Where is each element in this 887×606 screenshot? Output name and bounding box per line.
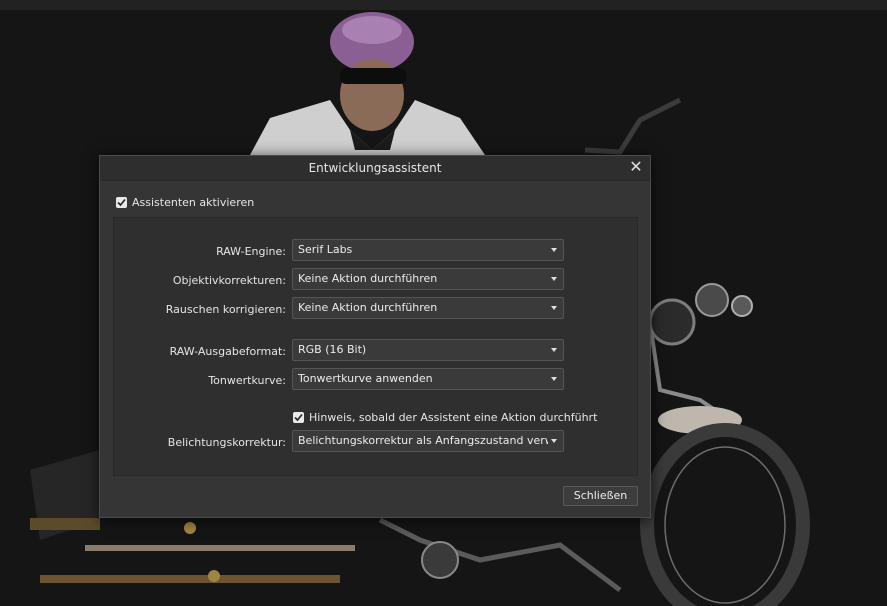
dialog-title: Entwicklungsassistent	[308, 161, 442, 175]
chevron-down-icon	[551, 277, 557, 281]
exposure-correction-label: Belichtungskorrektur:	[167, 436, 286, 449]
chevron-down-icon	[551, 439, 557, 443]
chevron-down-icon	[551, 306, 557, 310]
noise-reduction-select[interactable]: Keine Aktion durchführen	[292, 297, 564, 319]
raw-output-format-label: RAW-Ausgabeformat:	[169, 345, 286, 358]
chevron-down-icon	[551, 377, 557, 381]
raw-engine-value: Serif Labs	[298, 243, 353, 256]
tone-curve-value: Tonwertkurve anwenden	[298, 372, 433, 385]
close-icon[interactable]: ✕	[627, 158, 645, 176]
enable-assistant-checkbox[interactable]: Assistenten aktivieren	[116, 196, 254, 209]
exposure-correction-select[interactable]: Belichtungskorrektur als Anfangszustand …	[292, 430, 564, 452]
raw-engine-select[interactable]: Serif Labs	[292, 239, 564, 261]
enable-assistant-label: Assistenten aktivieren	[132, 196, 255, 209]
noise-reduction-label: Rauschen korrigieren:	[165, 303, 286, 316]
chevron-down-icon	[551, 248, 557, 252]
raw-output-format-value: RGB (16 Bit)	[298, 343, 367, 356]
checkmark-icon[interactable]	[116, 197, 127, 208]
raw-output-format-select[interactable]: RGB (16 Bit)	[292, 339, 564, 361]
lens-corrections-select[interactable]: Keine Aktion durchführen	[292, 268, 564, 290]
dialog-titlebar: Entwicklungsassistent ✕	[100, 156, 650, 181]
raw-engine-label: RAW-Engine:	[216, 245, 286, 258]
lens-corrections-value: Keine Aktion durchführen	[298, 272, 438, 285]
close-button[interactable]: Schließen	[563, 486, 638, 506]
tone-curve-label: Tonwertkurve:	[208, 374, 286, 387]
exposure-correction-value: Belichtungskorrektur als Anfangszustand …	[298, 434, 548, 447]
notify-label: Hinweis, sobald der Assistent eine Aktio…	[309, 411, 598, 424]
lens-corrections-label: Objektivkorrekturen:	[172, 274, 286, 287]
tone-curve-select[interactable]: Tonwertkurve anwenden	[292, 368, 564, 390]
noise-reduction-value: Keine Aktion durchführen	[298, 301, 438, 314]
chevron-down-icon	[551, 348, 557, 352]
notify-checkbox[interactable]: Hinweis, sobald der Assistent eine Aktio…	[293, 411, 597, 424]
development-assistant-dialog: Entwicklungsassistent ✕ Assistenten akti…	[99, 155, 651, 518]
checkmark-icon[interactable]	[293, 412, 304, 423]
